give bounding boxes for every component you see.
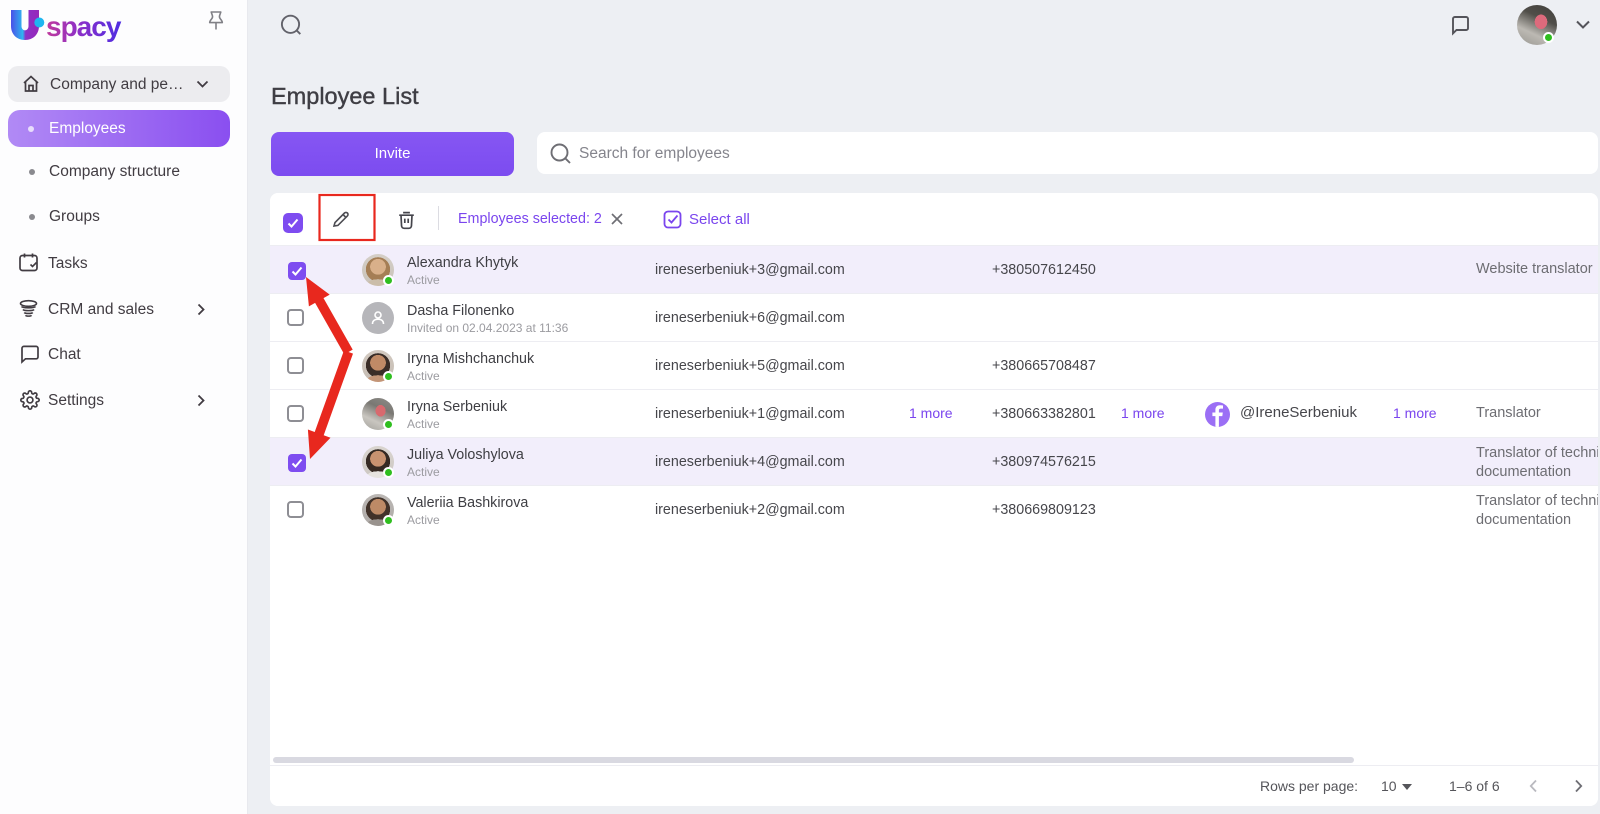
svg-text:spacy: spacy	[46, 11, 122, 42]
